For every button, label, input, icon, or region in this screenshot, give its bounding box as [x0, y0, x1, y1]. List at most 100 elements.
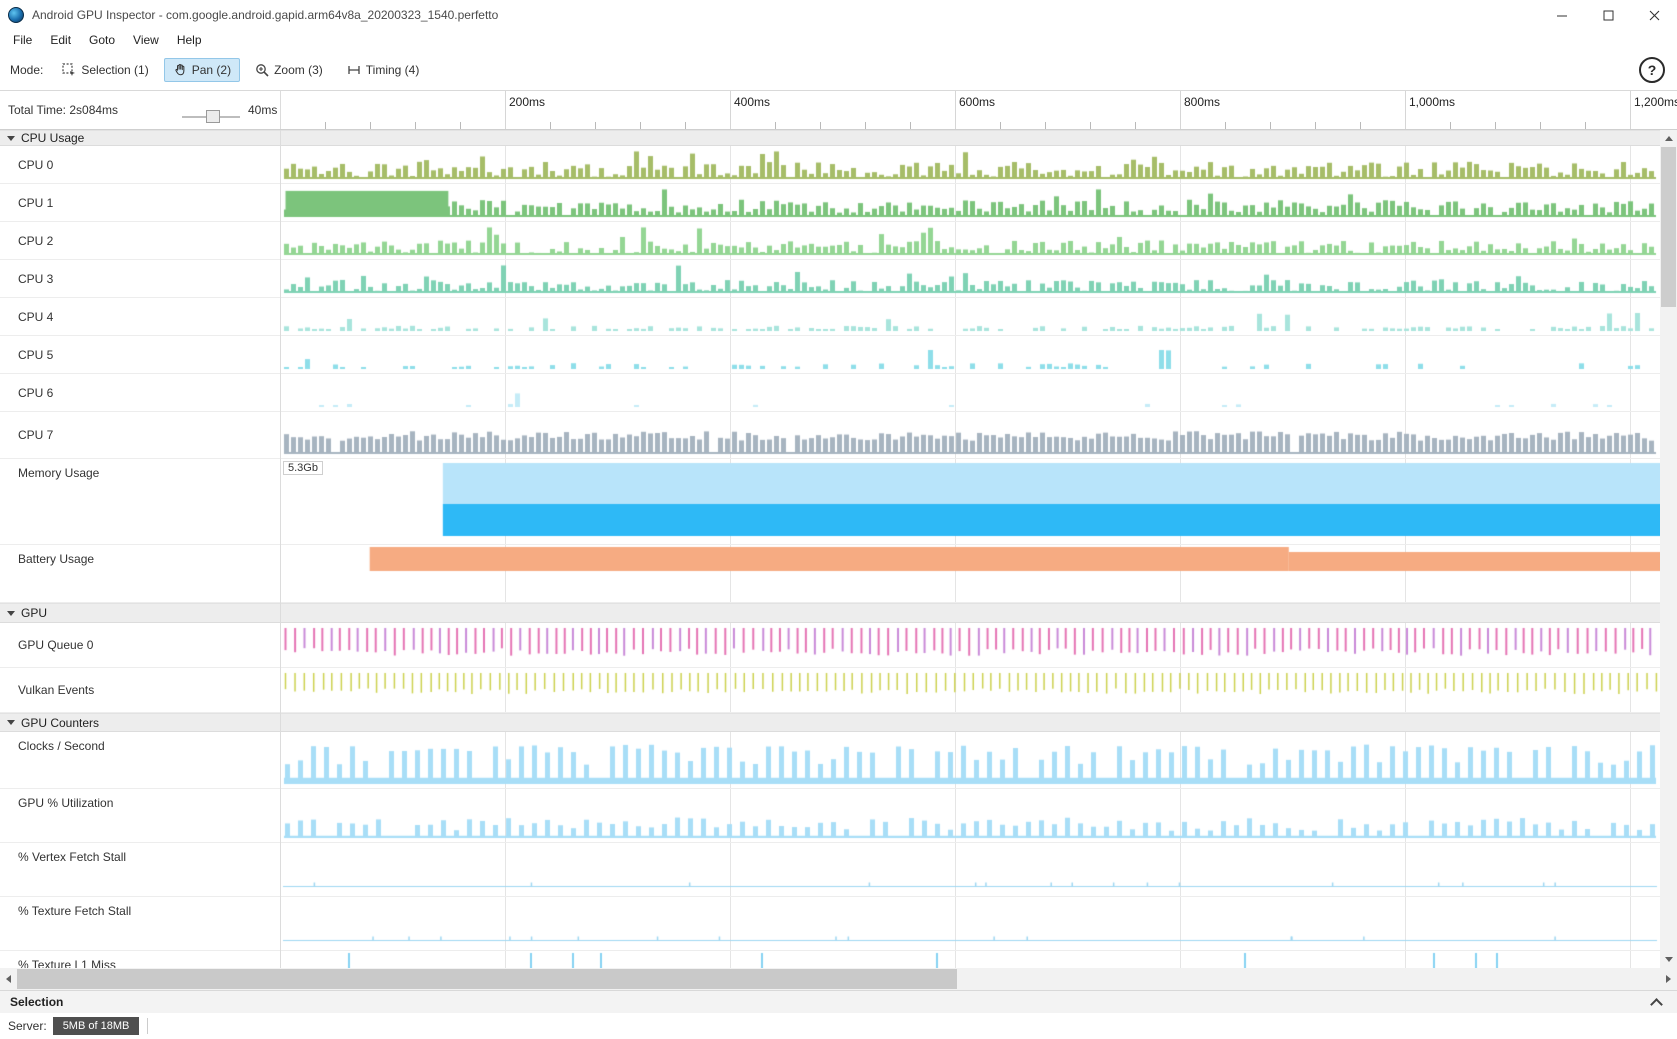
minimize-button[interactable]	[1539, 0, 1585, 30]
ruler-minor-tick	[1540, 122, 1541, 129]
track-chart-area[interactable]	[280, 184, 1660, 221]
ruler-minor-tick	[595, 122, 596, 129]
ruler-tick-label: 1,000ms	[1409, 95, 1455, 109]
window-controls	[1539, 0, 1677, 30]
ruler-tick-label: 400ms	[734, 95, 770, 109]
track-chart-area[interactable]	[280, 951, 1660, 968]
help-button[interactable]: ?	[1639, 57, 1665, 83]
ruler-minor-tick	[1585, 122, 1586, 129]
mode-button-timing[interactable]: Timing (4)	[338, 58, 429, 82]
menu-item-goto[interactable]: Goto	[80, 31, 124, 49]
ruler-tick-label: 800ms	[1184, 95, 1220, 109]
time-ruler[interactable]: Total Time: 2s084ms 40ms 200ms400ms600ms…	[0, 91, 1677, 130]
selection-icon	[62, 63, 76, 77]
track-row-cpu-7: CPU 7	[0, 412, 1660, 459]
track-canvas[interactable]	[280, 412, 1660, 459]
maximize-button[interactable]	[1585, 0, 1631, 30]
ruler-tick-label: 600ms	[959, 95, 995, 109]
ruler-minor-tick	[1225, 122, 1226, 129]
ruler-minor-tick	[1495, 122, 1496, 129]
section-header-gpu-counters[interactable]: GPU Counters	[0, 713, 1660, 732]
track-row-cpu-3: CPU 3	[0, 260, 1660, 298]
track-canvas[interactable]	[280, 789, 1660, 843]
track-label: CPU 7	[0, 412, 280, 458]
mode-button-pan[interactable]: Pan (2)	[164, 58, 240, 82]
track-chart-area[interactable]	[280, 897, 1660, 950]
track-rows: CPU UsageCPU 0CPU 1CPU 2CPU 3CPU 4CPU 5C…	[0, 130, 1660, 968]
track-canvas[interactable]	[280, 146, 1660, 184]
pan-icon	[173, 63, 187, 77]
ruler-minor-tick	[370, 122, 371, 129]
ruler-minor-tick	[460, 122, 461, 129]
track-canvas[interactable]	[280, 897, 1660, 951]
track-chart-area[interactable]	[280, 732, 1660, 788]
track-chart-area[interactable]	[280, 843, 1660, 896]
scroll-right-arrow[interactable]	[1660, 968, 1677, 990]
track-label: Clocks / Second	[0, 732, 280, 788]
track-canvas[interactable]	[280, 545, 1660, 603]
track-chart-area[interactable]	[280, 623, 1660, 667]
track-canvas[interactable]	[280, 374, 1660, 412]
collapse-triangle-icon	[7, 720, 15, 725]
right-arrow-icon	[1666, 975, 1671, 983]
track-label: Battery Usage	[0, 545, 280, 602]
track-chart-area[interactable]	[280, 146, 1660, 183]
server-memory-badge: 5MB of 18MB	[53, 1017, 140, 1035]
track-canvas[interactable]	[280, 336, 1660, 374]
track-canvas[interactable]	[280, 623, 1660, 668]
horizontal-scrollbar[interactable]	[0, 968, 1677, 990]
up-arrow-icon	[1665, 136, 1673, 141]
timeline-viewport[interactable]: CPU UsageCPU 0CPU 1CPU 2CPU 3CPU 4CPU 5C…	[0, 130, 1660, 968]
server-label: Server:	[8, 1019, 47, 1033]
horizontal-scroll-thumb[interactable]	[17, 969, 957, 989]
collapse-chevron-icon[interactable]	[1650, 998, 1663, 1011]
track-chart-area[interactable]	[280, 412, 1660, 458]
track-chart-area[interactable]	[280, 298, 1660, 335]
menu-item-file[interactable]: File	[4, 31, 41, 49]
track-canvas[interactable]	[280, 459, 1660, 545]
section-header-cpu-usage[interactable]: CPU Usage	[0, 130, 1660, 146]
memory-value-label: 5.3Gb	[283, 461, 323, 475]
track-row-vertex-fetch-stall: % Vertex Fetch Stall	[0, 843, 1660, 897]
track-chart-area[interactable]	[280, 260, 1660, 297]
track-row-vulkan-events: Vulkan Events	[0, 668, 1660, 713]
vertical-scroll-thumb[interactable]	[1661, 147, 1676, 307]
track-canvas[interactable]	[280, 843, 1660, 897]
track-canvas[interactable]	[280, 222, 1660, 260]
scroll-up-arrow[interactable]	[1660, 130, 1677, 147]
section-header-gpu[interactable]: GPU	[0, 603, 1660, 623]
scale-slider-handle[interactable]	[206, 110, 220, 123]
track-canvas[interactable]	[280, 732, 1660, 789]
track-chart-area[interactable]	[280, 336, 1660, 373]
track-chart-area[interactable]	[280, 668, 1660, 712]
track-canvas[interactable]	[280, 668, 1660, 713]
track-canvas[interactable]	[280, 184, 1660, 222]
track-canvas[interactable]	[280, 298, 1660, 336]
ruler-minor-tick	[415, 122, 416, 129]
track-chart-area[interactable]	[280, 374, 1660, 411]
track-row-cpu-5: CPU 5	[0, 336, 1660, 374]
mode-button-selection[interactable]: Selection (1)	[53, 58, 157, 82]
track-canvas[interactable]	[280, 260, 1660, 298]
track-chart-area[interactable]: 5.3Gb	[280, 459, 1660, 544]
track-canvas[interactable]	[280, 951, 1660, 968]
scroll-left-arrow[interactable]	[0, 968, 17, 990]
menu-item-view[interactable]: View	[124, 31, 168, 49]
track-chart-area[interactable]	[280, 222, 1660, 259]
track-row-texture-l1-miss: % Texture L1 Miss	[0, 951, 1660, 968]
close-button[interactable]	[1631, 0, 1677, 30]
menu-item-help[interactable]: Help	[168, 31, 211, 49]
ruler-minor-tick	[1450, 122, 1451, 129]
track-chart-area[interactable]	[280, 789, 1660, 842]
scroll-down-arrow[interactable]	[1660, 951, 1677, 968]
ruler-minor-tick	[550, 122, 551, 129]
track-label: CPU 5	[0, 336, 280, 373]
ruler-tick	[730, 91, 731, 129]
menu-item-edit[interactable]: Edit	[41, 31, 80, 49]
ruler-minor-tick	[685, 122, 686, 129]
track-label: Vulkan Events	[0, 668, 280, 712]
track-chart-area[interactable]	[280, 545, 1660, 602]
mode-button-zoom[interactable]: Zoom (3)	[246, 58, 332, 82]
app-icon	[8, 7, 24, 23]
vertical-scrollbar[interactable]	[1660, 130, 1677, 968]
